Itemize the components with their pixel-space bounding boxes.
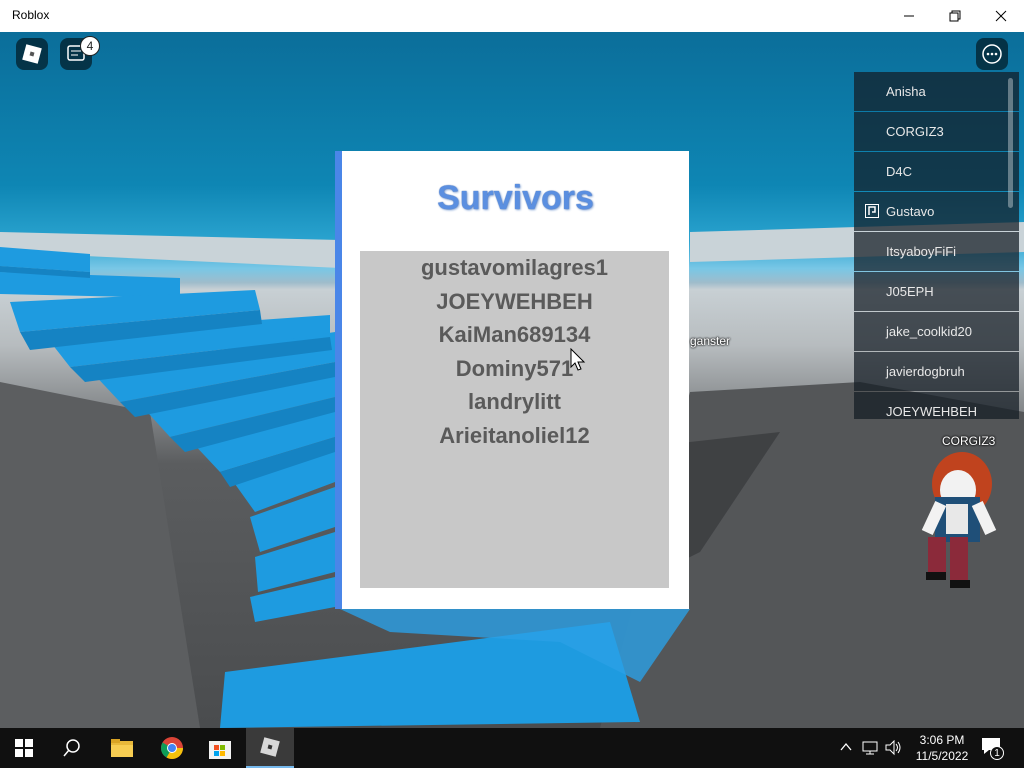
survivor-name: JOEYWEHBEH	[436, 288, 593, 314]
roblox-taskbar-button[interactable]	[246, 728, 294, 768]
microsoft-store-button[interactable]	[196, 728, 244, 768]
player-name: J05EPH	[886, 284, 934, 299]
file-explorer-button[interactable]	[98, 728, 146, 768]
show-hidden-icons-icon[interactable]	[839, 740, 853, 754]
player-list-item[interactable]: D4C	[854, 152, 1019, 191]
player-list[interactable]: Anisha CORGIZ3 D4C Gustavo ItsyaboyFiFi …	[854, 72, 1019, 419]
player-name: ItsyaboyFiFi	[886, 244, 957, 259]
file-explorer-icon	[111, 739, 133, 757]
player-list-item[interactable]: Anisha	[854, 72, 1019, 111]
roblox-menu-button[interactable]	[16, 38, 48, 70]
clock[interactable]: 3:06 PM 11/5/2022	[912, 732, 972, 764]
more-options-button[interactable]	[976, 38, 1008, 70]
player-list-item[interactable]: JOEYWEHBEH	[854, 392, 1019, 419]
search-button[interactable]	[48, 728, 96, 768]
action-center-button[interactable]: 1	[980, 736, 1004, 760]
player-name: CORGIZ3	[886, 124, 944, 139]
survivors-list: gustavomilagres1 JOEYWEHBEH KaiMan689134…	[360, 251, 669, 588]
survivor-name: gustavomilagres1	[420, 255, 609, 280]
player-list-item[interactable]: J05EPH	[854, 272, 1019, 311]
mouse-cursor-icon	[570, 348, 586, 371]
network-icon[interactable]	[862, 740, 880, 756]
window-title: Roblox	[12, 8, 50, 22]
nametag-ganster: ganster	[690, 334, 731, 348]
roblox-logo-icon	[22, 44, 42, 64]
survivor-name: landrylitt	[468, 389, 561, 414]
chrome-icon	[161, 737, 183, 759]
survivor-name: Dominy571	[455, 355, 574, 381]
start-button[interactable]	[0, 728, 48, 768]
survivor-name: KaiMan689134	[438, 322, 591, 347]
player-list-item[interactable]: ItsyaboyFiFi	[854, 232, 1019, 271]
player-name: javierdogbruh	[886, 364, 965, 379]
survivor-name: Arieitanoliel12	[439, 422, 590, 448]
player-name: Gustavo	[886, 204, 935, 219]
player-list-item[interactable]: jake_coolkid20	[854, 312, 1019, 351]
player-name: JOEYWEHBEH	[886, 404, 978, 419]
player-list-item[interactable]: javierdogbruh	[854, 352, 1019, 391]
minimize-button[interactable]	[886, 0, 932, 32]
more-options-icon	[982, 44, 1002, 64]
chrome-button[interactable]	[148, 728, 196, 768]
roblox-icon	[260, 737, 280, 757]
player-list-scrollbar[interactable]	[1008, 78, 1013, 208]
microsoft-store-icon	[209, 741, 231, 759]
premium-icon	[865, 204, 879, 221]
taskbar: 3:06 PM 11/5/2022 1	[0, 728, 1024, 768]
player-list-item[interactable]: Gustavo	[854, 192, 1019, 231]
restore-button[interactable]	[932, 0, 978, 32]
player-name: jake_coolkid20	[886, 324, 973, 339]
window-title-bar: Roblox	[0, 0, 1024, 32]
player-list-item[interactable]: CORGIZ3	[854, 112, 1019, 151]
close-icon	[995, 10, 1007, 22]
search-icon	[63, 739, 80, 757]
restore-icon	[949, 10, 961, 22]
survivors-title: Survivors	[437, 179, 594, 217]
minimize-icon	[904, 15, 914, 17]
game-viewport[interactable]: 4 Anisha CORGIZ3 D4C Gustavo ItsyaboyFiF…	[0, 32, 1024, 728]
notification-count-badge: 1	[990, 746, 1004, 760]
player-name: D4C	[886, 164, 913, 179]
start-icon	[15, 739, 33, 757]
clock-date: 11/5/2022	[915, 749, 969, 763]
clock-time: 3:06 PM	[919, 733, 965, 747]
volume-icon[interactable]	[885, 740, 903, 756]
player-name: Anisha	[886, 84, 926, 99]
nametag-corgiz3: CORGIZ3	[942, 434, 996, 448]
close-button[interactable]	[978, 0, 1024, 32]
survivors-panel: Survivors gustavomilagres1 JOEYWEHBEH Ka…	[335, 151, 689, 609]
chat-badge: 4	[80, 36, 100, 56]
